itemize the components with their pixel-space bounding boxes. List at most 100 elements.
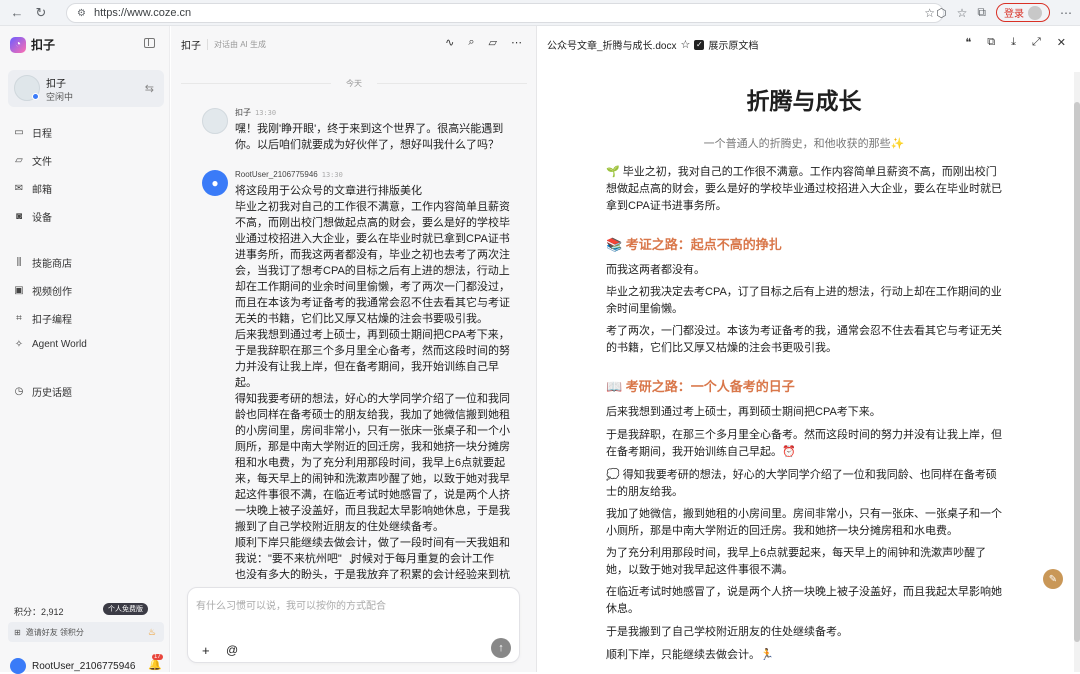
sidebar-item-label: 历史话题	[32, 388, 72, 399]
doc-paragraph: 于是我辞职，在那三个多月里全心备考。然而这段时间的努力并没有让我上岸，但在备考期…	[606, 429, 1002, 458]
favorites-icon[interactable]: ☆	[957, 6, 968, 20]
activity-icon[interactable]: ∿	[445, 36, 454, 49]
document-toolbar: ❝ ⧉ ⤓ ⤢ ✕	[965, 36, 1066, 49]
copy-icon[interactable]: ⧉	[987, 36, 995, 49]
doc-paragraph: 在临近考试时她感冒了，说是两个人挤一块晚上被子没盖好，而且我起太早影响她休息。	[606, 586, 1002, 615]
sidebar-item-video[interactable]: ▣ 视频创作	[14, 283, 72, 298]
sidebar-item-label: 视频创作	[32, 287, 72, 298]
more-icon[interactable]: ⋯	[511, 36, 522, 49]
collapse-sidebar-icon[interactable]	[144, 38, 155, 48]
gift-icon: ⊞	[14, 627, 21, 637]
invite-friends-button[interactable]: ⊞ 邀请好友 领积分 ♨	[8, 622, 164, 642]
device-icon: ◙	[15, 211, 23, 222]
doc-paragraph: 🌱 毕业之初，我对自己的工作很不满意。工作内容简单且薪资不高，而刚出校门想做起点…	[606, 166, 1002, 212]
message-time: 13:30	[321, 171, 343, 179]
message-input[interactable]: 有什么习惯可以说，我可以按你的方式配合 + @ ↑	[187, 587, 520, 663]
switch-icon[interactable]: ⇆	[145, 82, 154, 95]
agent-world-icon: ✧	[14, 339, 24, 350]
message-time: 13:30	[255, 109, 277, 117]
sidebar-item-schedule[interactable]: ▭ 日程	[14, 125, 52, 140]
collections-icon[interactable]: ⧉	[977, 5, 986, 20]
document-header: 公众号文章_折腾与成长.docx ☆ ✓ 展示原文档	[547, 37, 758, 52]
sidebar-item-skill-store[interactable]: ⫼ 技能商店	[14, 255, 72, 270]
document-title: 折腾与成长	[746, 88, 862, 114]
more-menu-icon[interactable]: ⋯	[1060, 6, 1072, 20]
login-label: 登录	[1004, 9, 1024, 20]
history-icon: ◷	[14, 386, 24, 397]
site-info-icon[interactable]: ⚙	[77, 8, 86, 19]
quote-icon[interactable]: ❝	[965, 36, 971, 49]
note-icon: ✎	[1048, 573, 1058, 585]
sidebar-item-device[interactable]: ◙ 设备	[14, 209, 52, 224]
coze-logo-icon: ◔	[10, 36, 26, 53]
notification-badge: 17	[152, 654, 163, 660]
search-icon[interactable]: ⌕	[468, 36, 474, 49]
doc-heading: 📖 考研之路：一个人备考的日子	[606, 379, 795, 394]
download-icon[interactable]: ⤓	[1011, 36, 1016, 49]
sidebar-item-files[interactable]: ▱ 文件	[14, 153, 52, 168]
skill-store-icon: ⫼	[16, 257, 22, 268]
plan-badge[interactable]: 个人免费版	[103, 603, 148, 615]
floating-assistant-button[interactable]: ✎	[1043, 569, 1063, 589]
sidebar-item-label: 日程	[32, 129, 52, 140]
bot-status: 空闲中	[46, 92, 74, 102]
invite-label: 邀请好友 领积分	[25, 627, 84, 637]
scroll-down-chevron-icon[interactable]: ⌄	[347, 553, 357, 567]
send-button[interactable]: ↑	[491, 638, 511, 658]
chat-panel: 扣子 对话由 AI 生成 ∿ ⌕ ▱ ⋯ 今天 扣子 13:30 嘿！我刚'睁开眼'…	[171, 26, 537, 672]
address-bar[interactable]: ⚙ https://www.coze.cn ☆	[66, 3, 944, 23]
login-button[interactable]: 登录	[996, 3, 1050, 22]
favorite-star-icon[interactable]: ☆	[680, 38, 690, 51]
chat-title: 扣子	[181, 41, 201, 52]
doc-paragraph: 于是我搬到了自己学校附近朋友的住处继续备考。	[606, 626, 848, 638]
scrollbar-thumb[interactable]	[1074, 102, 1080, 642]
document-scrollbar[interactable]	[1074, 72, 1080, 672]
reload-icon[interactable]: ↻	[30, 2, 52, 24]
points-count: 积分：2,912	[14, 607, 64, 617]
sidebar-item-agent-world[interactable]: ✧ Agent World	[14, 339, 87, 350]
sidebar-item-label: Agent World	[32, 339, 87, 350]
fire-icon: ♨	[147, 626, 156, 637]
doc-paragraph: 后来我想到通过考上硕士，再到硕士期间把CPA考下来。	[606, 406, 881, 418]
folder-icon: ▱	[15, 155, 23, 166]
bookmark-star-icon[interactable]: ☆	[924, 6, 935, 20]
mail-icon: ✉	[14, 183, 24, 194]
folder-icon[interactable]: ▱	[489, 36, 497, 49]
doc-paragraph: 顺利下岸，只能继续去做会计。🏃	[606, 649, 774, 661]
sidebar-item-label: 邮箱	[32, 185, 52, 196]
sender-name: 扣子	[235, 108, 251, 117]
chat-toolbar: ∿ ⌕ ▱ ⋯	[445, 36, 522, 49]
mention-icon[interactable]: @	[226, 643, 238, 657]
date-divider: 今天	[171, 78, 537, 89]
message-sender: RootUser_2106775946 13:30	[235, 170, 343, 179]
video-icon: ▣	[14, 285, 24, 296]
expand-icon[interactable]: ⤢	[1032, 36, 1041, 49]
status-dot	[32, 93, 39, 100]
sidebar-item-mail[interactable]: ✉ 邮箱	[14, 181, 52, 196]
extensions-icon[interactable]: ⬡	[936, 6, 946, 20]
sidebar-item-history[interactable]: ◷ 历史话题	[14, 384, 72, 399]
sidebar-item-code[interactable]: ⌗ 扣子编程	[14, 311, 72, 326]
bot-card[interactable]: 扣子 空闲中 ⇆	[8, 70, 164, 107]
doc-paragraph: 💭 得知我要考研的想法，好心的大学同学介绍了一位和我同龄、也同样在备考硕士的朋友…	[606, 469, 997, 498]
app-name: 扣子	[31, 38, 56, 52]
back-icon[interactable]: ←	[6, 2, 28, 24]
doc-paragraph: 毕业之初我决定去考CPA，订了目标之后有上进的想法，行动上却在工作期间的业余时间…	[606, 286, 1002, 315]
code-icon: ⌗	[16, 313, 22, 324]
show-original-label: 展示原文档	[708, 41, 759, 52]
doc-paragraph: 而我这两者都没有。	[606, 264, 705, 276]
calendar-icon: ▭	[14, 127, 24, 138]
document-file-name: 公众号文章_折腾与成长.docx	[547, 41, 677, 52]
bot-message: 嘿！我刚'睁开眼'，终于来到这个世界了。很高兴能遇到 你。以后咱们就要成为好伙伴…	[235, 123, 504, 151]
browser-actions: ⬡ ☆ ⧉ 登录 ⋯	[936, 3, 1072, 22]
doc-paragraph: 我加了她微信，搬到她租的小房间里。房间非常小，只有一张床、一张桌子和一个小厕所，…	[606, 508, 1002, 537]
user-name: RootUser_2106775946	[32, 660, 136, 672]
document-subtitle: 一个普通人的折腾史，和他收获的那些✨	[703, 138, 905, 150]
bot-avatar	[202, 108, 228, 134]
input-placeholder: 有什么习惯可以说，我可以按你的方式配合	[196, 601, 386, 612]
close-icon[interactable]: ✕	[1057, 36, 1066, 49]
show-original-checkbox[interactable]: ✓	[694, 39, 705, 50]
browser-toolbar: ← ↻ ⚙ https://www.coze.cn ☆ ⬡ ☆ ⧉ 登录 ⋯	[0, 0, 1080, 26]
app-logo[interactable]: ◔ 扣子	[10, 36, 55, 53]
add-attachment-icon[interactable]: +	[202, 643, 210, 658]
